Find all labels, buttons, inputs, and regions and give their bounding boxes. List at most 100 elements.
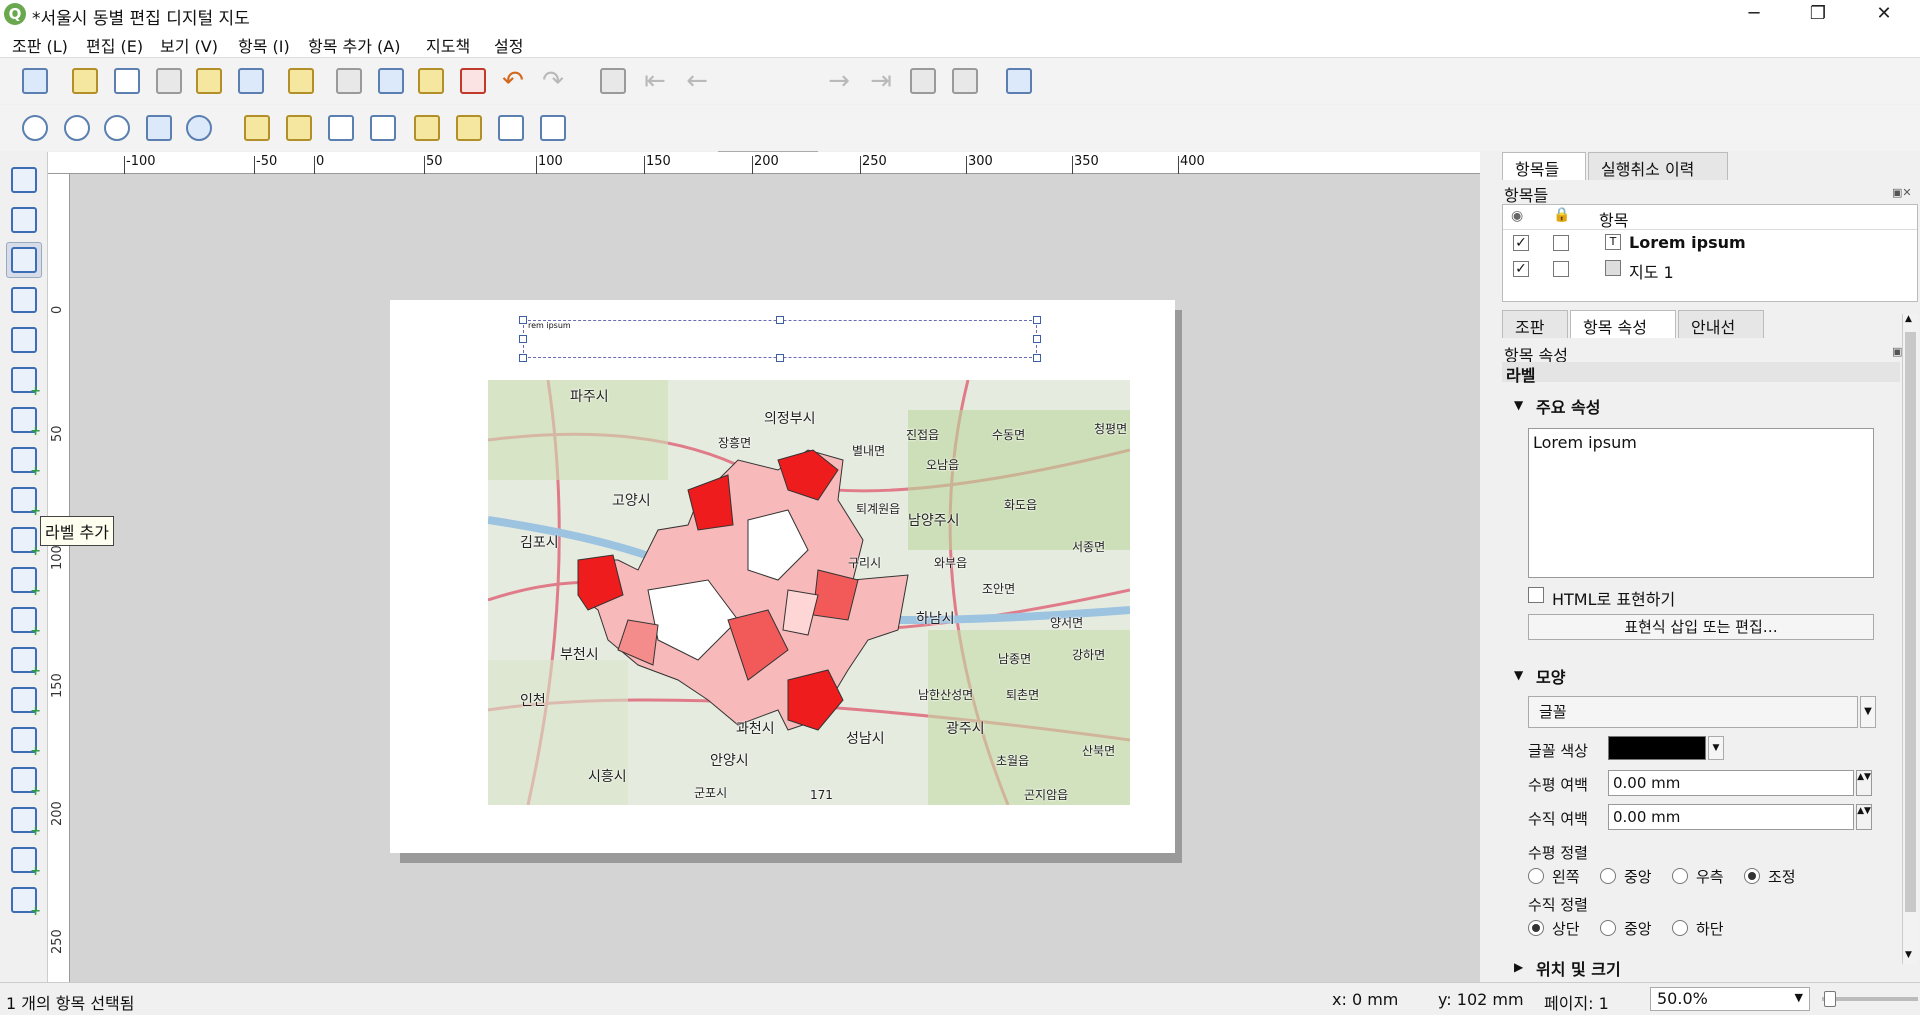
export-image-icon[interactable] — [374, 64, 408, 98]
move-content-icon[interactable] — [6, 282, 42, 318]
menu-edit[interactable]: 편집 (E) — [86, 33, 143, 57]
add-html-icon[interactable] — [6, 802, 42, 839]
resize-handle[interactable] — [519, 335, 527, 343]
select-move-icon[interactable] — [6, 242, 42, 278]
menu-layout[interactable]: 조판 (L) — [12, 33, 68, 57]
resize-handle[interactable] — [1033, 316, 1041, 324]
chevron-right-icon[interactable]: ▶ — [1514, 960, 1523, 974]
next-feature-icon[interactable]: → — [822, 64, 856, 98]
resize-handle[interactable] — [776, 354, 784, 362]
radio-center[interactable] — [1600, 868, 1616, 884]
menu-add-item[interactable]: 항목 추가 (A) — [308, 33, 400, 57]
zoom-tool-icon[interactable] — [6, 202, 42, 238]
resize-handle[interactable] — [776, 316, 784, 324]
chevron-down-icon[interactable]: ▼ — [1860, 696, 1876, 728]
resize-handle[interactable] — [519, 316, 527, 324]
chevron-down-icon[interactable]: ▼ — [1708, 736, 1724, 760]
chevron-down-icon[interactable]: ▼ — [1514, 398, 1523, 412]
chevron-down-icon[interactable]: ▼ — [1514, 668, 1523, 682]
close-button[interactable]: ✕ — [1852, 0, 1916, 30]
add-3d-map-icon[interactable] — [6, 402, 42, 439]
export-svg-icon[interactable] — [414, 64, 448, 98]
resize-handle[interactable] — [519, 354, 527, 362]
add-attribute-table-icon[interactable] — [6, 842, 42, 879]
add-page-icon[interactable] — [284, 64, 318, 98]
minimize-button[interactable]: ─ — [1722, 0, 1786, 30]
export-atlas-icon[interactable] — [948, 64, 982, 98]
resize-handle[interactable] — [1033, 335, 1041, 343]
tab-undo-history[interactable]: 실행취소 이력 — [1588, 152, 1728, 180]
radio-top[interactable] — [1528, 920, 1544, 936]
scroll-thumb[interactable] — [1905, 332, 1916, 912]
zoom-full-icon[interactable] — [142, 111, 176, 145]
section-main-properties[interactable]: 주요 속성 — [1536, 394, 1600, 418]
scroll-down-icon[interactable]: ▼ — [1905, 950, 1912, 960]
new-layout-icon[interactable] — [68, 64, 102, 98]
tab-layout[interactable]: 조판 — [1502, 310, 1568, 338]
add-north-arrow-icon[interactable] — [6, 602, 42, 639]
section-appearance[interactable]: 모양 — [1536, 664, 1565, 688]
undo-icon[interactable]: ↶ — [496, 64, 530, 98]
resize-handle[interactable] — [1033, 354, 1041, 362]
add-picture-icon[interactable] — [6, 442, 42, 479]
distribute-items-icon[interactable] — [494, 111, 528, 145]
menu-settings[interactable]: 설정 — [494, 33, 523, 57]
atlas-settings-icon[interactable] — [1002, 64, 1036, 98]
tree-row[interactable]: ✓ T Lorem ipsum — [1503, 230, 1917, 256]
label-text-area[interactable]: Lorem ipsum — [1528, 428, 1874, 578]
font-button[interactable]: 글꼴 — [1528, 696, 1858, 728]
dock-float-close-icon[interactable]: ▣✕ — [1892, 186, 1912, 199]
atlas-preview-icon[interactable] — [596, 64, 630, 98]
font-color-swatch[interactable] — [1608, 736, 1706, 760]
add-marker-icon[interactable] — [6, 682, 42, 719]
export-pdf-icon[interactable] — [456, 64, 490, 98]
properties-scrollbar[interactable]: ▲ ▼ — [1902, 314, 1918, 964]
visibility-checkbox[interactable]: ✓ — [1513, 235, 1529, 251]
menu-items[interactable]: 항목 (I) — [238, 33, 290, 57]
radio-left[interactable] — [1528, 868, 1544, 884]
tab-guides[interactable]: 안내선 — [1678, 310, 1764, 338]
add-legend-icon[interactable] — [6, 522, 42, 559]
previous-feature-icon[interactable]: ← — [680, 64, 714, 98]
map-item[interactable]: 파주시 의정부시 고양시 남양주시 김포시 구리시 하남시 부천시 인천 과천시… — [488, 380, 1130, 805]
raise-items-icon[interactable] — [410, 111, 444, 145]
tab-items[interactable]: 항목들 — [1502, 152, 1586, 180]
zoom-actual-icon[interactable] — [100, 111, 134, 145]
group-items-icon[interactable] — [324, 111, 358, 145]
ungroup-items-icon[interactable] — [366, 111, 400, 145]
h-margin-input[interactable]: 0.00 mm — [1608, 770, 1854, 796]
save-template-icon[interactable] — [234, 64, 268, 98]
radio-bottom[interactable] — [1672, 920, 1688, 936]
zoom-slider-handle[interactable] — [1824, 991, 1836, 1007]
menu-atlas[interactable]: 지도책 — [426, 33, 470, 57]
lock-checkbox[interactable] — [1553, 235, 1569, 251]
refresh-icon[interactable] — [182, 111, 216, 145]
v-margin-input[interactable]: 0.00 mm — [1608, 804, 1854, 830]
edit-nodes-icon[interactable] — [6, 322, 42, 358]
add-shape-icon[interactable] — [6, 642, 42, 679]
radio-justify[interactable] — [1744, 868, 1760, 884]
pan-hand-icon[interactable] — [6, 162, 42, 198]
spin-arrows-icon[interactable]: ▲▼ — [1856, 770, 1872, 796]
zoom-out-icon[interactable] — [60, 111, 94, 145]
tab-item-properties[interactable]: 항목 속성 — [1570, 310, 1676, 338]
add-map-icon[interactable] — [6, 362, 42, 399]
add-fixed-table-icon[interactable] — [6, 882, 42, 919]
lock-items-icon[interactable] — [240, 111, 274, 145]
add-scalebar-icon[interactable] — [6, 562, 42, 599]
spin-arrows-icon[interactable]: ▲▼ — [1856, 804, 1872, 830]
duplicate-layout-icon[interactable] — [110, 64, 144, 98]
section-position-size[interactable]: 위치 및 크기 — [1536, 956, 1621, 980]
zoom-in-icon[interactable] — [18, 111, 52, 145]
zoom-select[interactable]: 50.0% ▼ — [1650, 987, 1810, 1011]
print-atlas-icon[interactable] — [906, 64, 940, 98]
add-label-icon[interactable] — [6, 482, 42, 519]
add-arrow-icon[interactable] — [6, 722, 42, 759]
menu-view[interactable]: 보기 (V) — [160, 33, 218, 57]
label-item-selected[interactable]: rem ipsum — [523, 320, 1037, 358]
scroll-up-icon[interactable]: ▲ — [1905, 314, 1912, 324]
html-checkbox[interactable] — [1528, 587, 1544, 603]
redo-icon[interactable]: ↷ — [536, 64, 570, 98]
print-icon[interactable] — [332, 64, 366, 98]
align-items-icon[interactable] — [452, 111, 486, 145]
